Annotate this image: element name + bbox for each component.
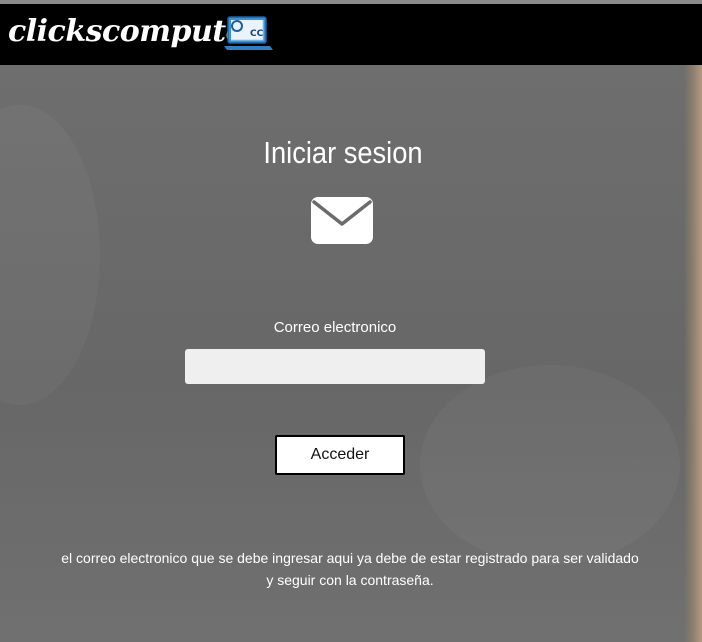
login-panel: Iniciar sesion Correo electronico Accede…: [0, 65, 702, 642]
logo-text: CC: [250, 29, 264, 39]
email-label: Correo electronico: [273, 319, 397, 336]
submit-button[interactable]: Acceder: [275, 435, 405, 475]
help-text: el correo electronico que se debe ingres…: [61, 550, 639, 588]
email-field[interactable]: [185, 349, 485, 384]
site-header: clickscomputer CC: [0, 4, 702, 65]
laptop-logo-icon[interactable]: CC: [222, 15, 274, 53]
envelope-icon: [311, 197, 373, 244]
background-blur: [420, 365, 680, 565]
page-title: Iniciar sesion: [263, 135, 423, 170]
background-edge: [684, 65, 702, 642]
